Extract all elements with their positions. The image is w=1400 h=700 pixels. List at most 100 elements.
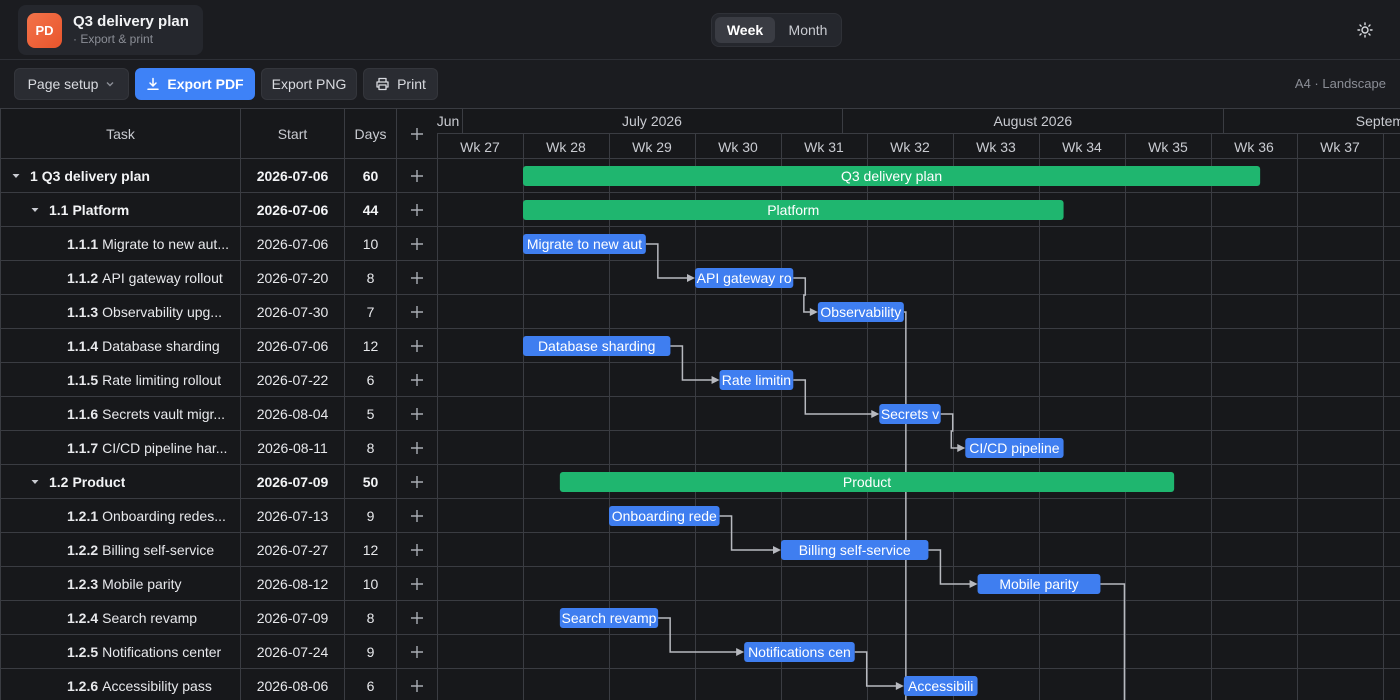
print-button[interactable]: Print	[363, 68, 438, 100]
add-subtask-button[interactable]	[397, 159, 437, 192]
task-row[interactable]: 1.1.7 CI/CD pipeline har... 2026-08-11 8	[1, 431, 437, 465]
task-cell[interactable]: 1.1.1 Migrate to new aut...	[1, 227, 241, 260]
start-date-cell[interactable]: 2026-08-11	[241, 431, 345, 464]
summary-task-row[interactable]: 1.2 Product 2026-07-09 50	[1, 465, 437, 499]
export-pdf-button[interactable]: Export PDF	[135, 68, 255, 100]
month-view-button[interactable]: Month	[777, 17, 839, 43]
task-cell[interactable]: 1.2.1 Onboarding redes...	[1, 499, 241, 532]
task-row[interactable]: 1.2.6 Accessibility pass 2026-08-06 6	[1, 669, 437, 700]
export-png-button[interactable]: Export PNG	[261, 68, 357, 100]
task-cell[interactable]: 1.1.4 Database sharding	[1, 329, 241, 362]
duration-cell[interactable]: 8	[345, 261, 397, 294]
task-cell[interactable]: 1.2.4 Search revamp	[1, 601, 241, 634]
start-date-cell[interactable]: 2026-08-06	[241, 669, 345, 700]
duration-cell[interactable]: 9	[345, 499, 397, 532]
duration-cell[interactable]: 8	[345, 601, 397, 634]
task-bar[interactable]: Observability	[817, 302, 904, 322]
start-date-cell[interactable]: 2026-07-20	[241, 261, 345, 294]
task-bar[interactable]: Notifications cen	[744, 642, 855, 662]
add-subtask-button[interactable]	[397, 669, 437, 700]
task-cell[interactable]: 1.1.2 API gateway rollout	[1, 261, 241, 294]
task-row[interactable]: 1.2.2 Billing self-service 2026-07-27 12	[1, 533, 437, 567]
task-row[interactable]: 1.1.3 Observability upg... 2026-07-30 7	[1, 295, 437, 329]
start-date-cell[interactable]: 2026-07-09	[241, 601, 345, 634]
task-bar[interactable]: Secrets v	[879, 404, 941, 424]
task-bar[interactable]: API gateway ro	[695, 268, 794, 288]
duration-cell[interactable]: 8	[345, 431, 397, 464]
add-subtask-button[interactable]	[397, 567, 437, 600]
task-cell[interactable]: 1.1.3 Observability upg...	[1, 295, 241, 328]
task-column-header[interactable]: Task	[1, 109, 241, 158]
task-row[interactable]: 1.2.4 Search revamp 2026-07-09 8	[1, 601, 437, 635]
task-bar[interactable]: Database sharding	[523, 336, 671, 356]
days-column-header[interactable]: Days	[345, 109, 397, 158]
duration-cell[interactable]: 50	[345, 465, 397, 498]
duration-cell[interactable]: 60	[345, 159, 397, 192]
add-task-header-button[interactable]	[397, 109, 437, 158]
task-cell[interactable]: 1.2.5 Notifications center	[1, 635, 241, 668]
add-subtask-button[interactable]	[397, 465, 437, 498]
add-subtask-button[interactable]	[397, 635, 437, 668]
task-cell[interactable]: 1.1.6 Secrets vault migr...	[1, 397, 241, 430]
task-bar[interactable]: Accessibili	[903, 676, 978, 696]
start-date-cell[interactable]: 2026-07-27	[241, 533, 345, 566]
summary-bar[interactable]: Platform	[523, 200, 1064, 220]
duration-cell[interactable]: 12	[345, 329, 397, 362]
task-row[interactable]: 1.1.2 API gateway rollout 2026-07-20 8	[1, 261, 437, 295]
duration-cell[interactable]: 5	[345, 397, 397, 430]
start-date-cell[interactable]: 2026-07-30	[241, 295, 345, 328]
start-date-cell[interactable]: 2026-08-04	[241, 397, 345, 430]
start-date-cell[interactable]: 2026-07-09	[241, 465, 345, 498]
task-bar[interactable]: Mobile parity	[977, 574, 1101, 594]
start-date-cell[interactable]: 2026-08-12	[241, 567, 345, 600]
theme-toggle-button[interactable]	[1352, 17, 1378, 43]
task-row[interactable]: 1.2.5 Notifications center 2026-07-24 9	[1, 635, 437, 669]
summary-bar[interactable]: Product	[559, 472, 1175, 492]
duration-cell[interactable]: 6	[345, 669, 397, 700]
task-row[interactable]: 1.1.4 Database sharding 2026-07-06 12	[1, 329, 437, 363]
project-chip[interactable]: PD Q3 delivery plan · Export & print	[18, 5, 203, 55]
task-bar[interactable]: Rate limitin	[719, 370, 794, 390]
duration-cell[interactable]: 9	[345, 635, 397, 668]
page-setup-dropdown[interactable]: Page setup	[14, 68, 129, 100]
task-cell[interactable]: 1.2.2 Billing self-service	[1, 533, 241, 566]
task-bar[interactable]: CI/CD pipeline	[965, 438, 1064, 458]
collapse-caret-icon[interactable]	[30, 205, 40, 215]
duration-cell[interactable]: 12	[345, 533, 397, 566]
duration-cell[interactable]: 44	[345, 193, 397, 226]
task-cell[interactable]: 1.1.7 CI/CD pipeline har...	[1, 431, 241, 464]
task-row[interactable]: 1.1.5 Rate limiting rollout 2026-07-22 6	[1, 363, 437, 397]
start-date-cell[interactable]: 2026-07-06	[241, 159, 345, 192]
start-date-cell[interactable]: 2026-07-24	[241, 635, 345, 668]
start-date-cell[interactable]: 2026-07-06	[241, 227, 345, 260]
add-subtask-button[interactable]	[397, 329, 437, 362]
add-subtask-button[interactable]	[397, 397, 437, 430]
add-subtask-button[interactable]	[397, 533, 437, 566]
start-date-cell[interactable]: 2026-07-06	[241, 329, 345, 362]
task-row[interactable]: 1.2.1 Onboarding redes... 2026-07-13 9	[1, 499, 437, 533]
task-cell[interactable]: 1 Q3 delivery plan	[1, 159, 241, 192]
start-column-header[interactable]: Start	[241, 109, 345, 158]
add-subtask-button[interactable]	[397, 227, 437, 260]
task-bar[interactable]: Onboarding rede	[609, 506, 720, 526]
task-row[interactable]: 1.1.1 Migrate to new aut... 2026-07-06 10	[1, 227, 437, 261]
task-cell[interactable]: 1.2.6 Accessibility pass	[1, 669, 241, 700]
start-date-cell[interactable]: 2026-07-06	[241, 193, 345, 226]
start-date-cell[interactable]: 2026-07-22	[241, 363, 345, 396]
add-subtask-button[interactable]	[397, 499, 437, 532]
summary-task-row[interactable]: 1.1 Platform 2026-07-06 44	[1, 193, 437, 227]
task-row[interactable]: 1.2.3 Mobile parity 2026-08-12 10	[1, 567, 437, 601]
summary-task-row[interactable]: 1 Q3 delivery plan 2026-07-06 60	[1, 159, 437, 193]
task-cell[interactable]: 1.1 Platform	[1, 193, 241, 226]
task-row[interactable]: 1.1.6 Secrets vault migr... 2026-08-04 5	[1, 397, 437, 431]
task-cell[interactable]: 1.2 Product	[1, 465, 241, 498]
duration-cell[interactable]: 7	[345, 295, 397, 328]
task-cell[interactable]: 1.1.5 Rate limiting rollout	[1, 363, 241, 396]
add-subtask-button[interactable]	[397, 193, 437, 226]
task-bar[interactable]: Migrate to new aut	[523, 234, 646, 254]
task-bar[interactable]: Billing self-service	[781, 540, 929, 560]
start-date-cell[interactable]: 2026-07-13	[241, 499, 345, 532]
summary-bar[interactable]: Q3 delivery plan	[523, 166, 1261, 186]
add-subtask-button[interactable]	[397, 601, 437, 634]
add-subtask-button[interactable]	[397, 363, 437, 396]
